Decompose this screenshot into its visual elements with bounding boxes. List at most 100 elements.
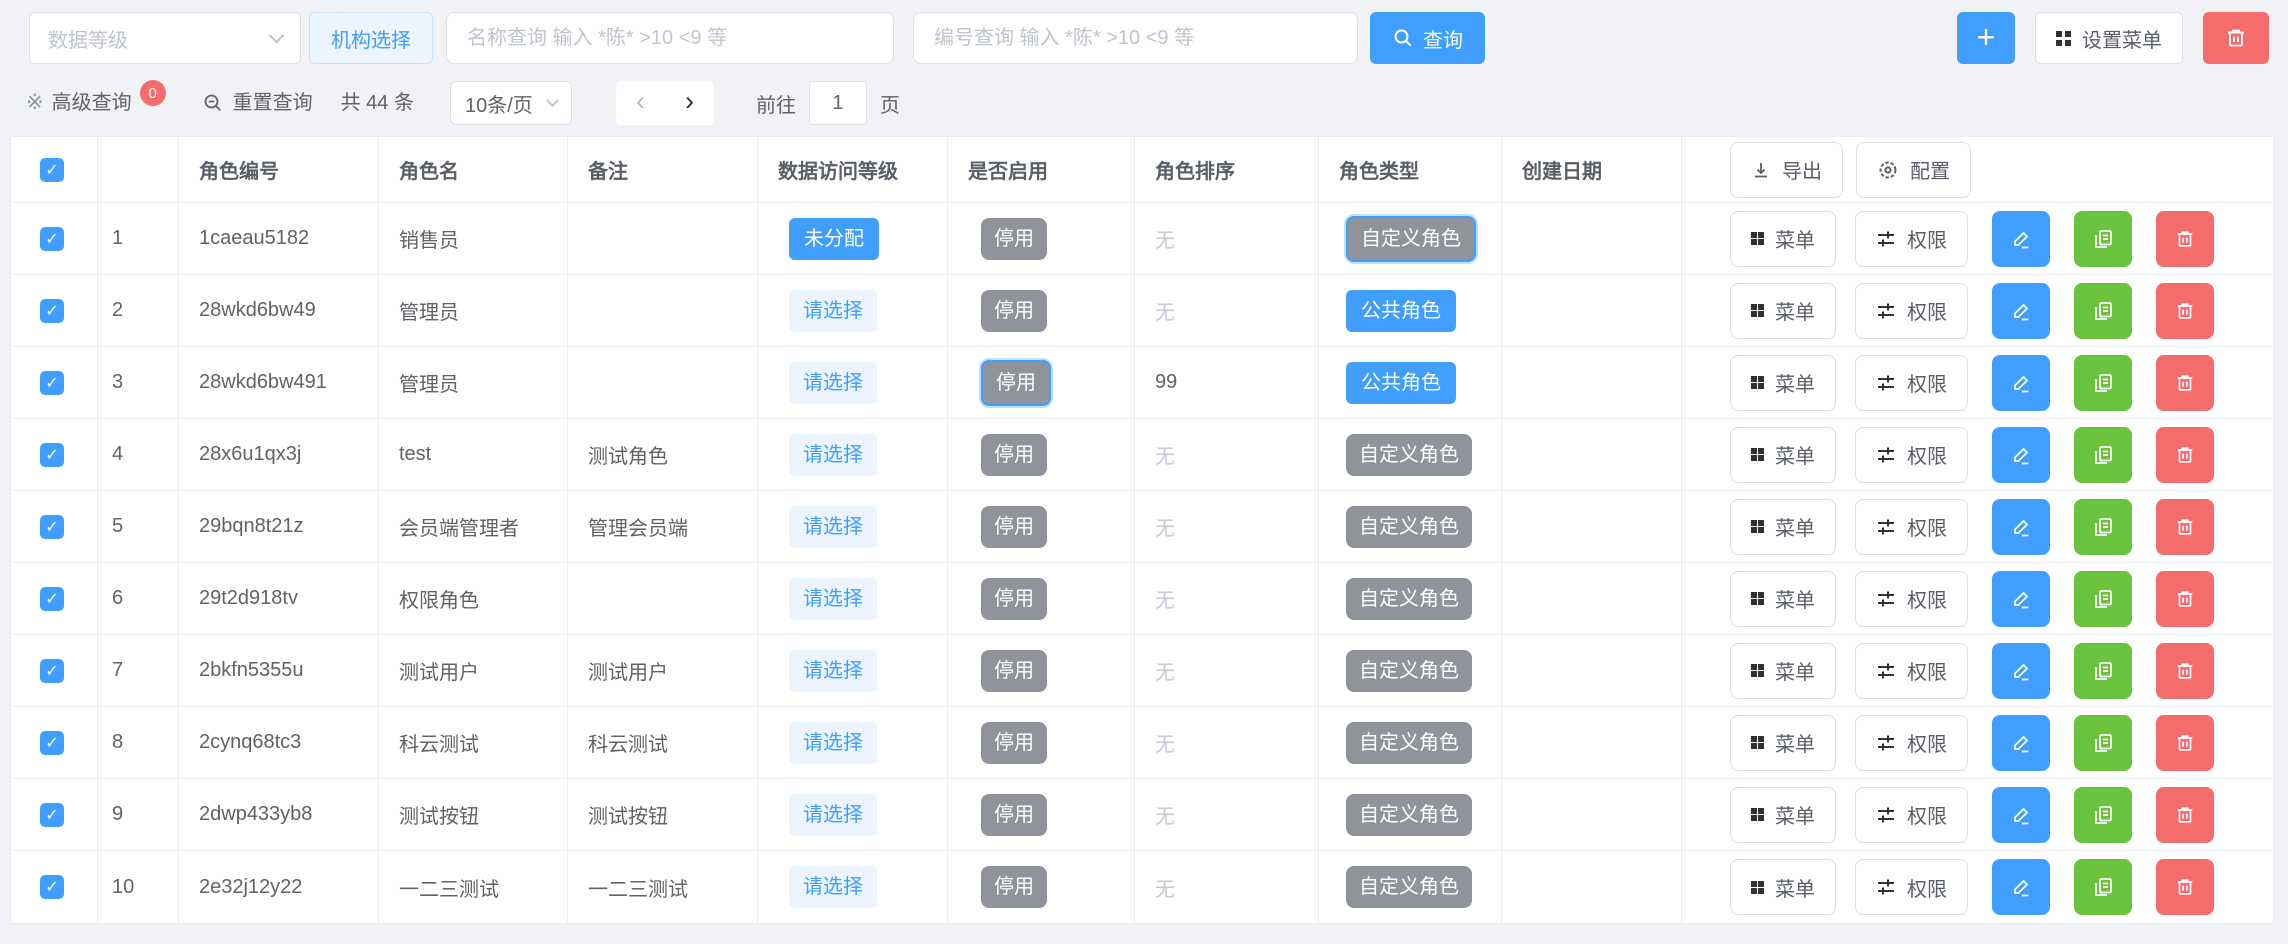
permission-button[interactable]: 权限 [1855,787,1968,843]
copy-button[interactable] [2074,283,2132,339]
delete-button[interactable] [2156,643,2214,699]
edit-button[interactable] [1992,571,2050,627]
enabled-status-button[interactable]: 停用 [981,650,1047,692]
menu-button[interactable]: 菜单 [1730,499,1836,555]
menu-button[interactable]: 菜单 [1730,643,1836,699]
edit-button[interactable] [1992,859,2050,915]
page-size-select[interactable]: 10条/页 [450,81,572,125]
advanced-query-button[interactable]: ※ 高级查询 0 [26,81,166,125]
select-all-checkbox[interactable]: ✓ [40,158,64,182]
permission-button[interactable]: 权限 [1855,715,1968,771]
data-access-level-button[interactable]: 请选择 [789,290,877,332]
delete-button[interactable] [2156,427,2214,483]
edit-button[interactable] [1992,787,2050,843]
copy-button[interactable] [2074,355,2132,411]
data-access-level-button[interactable]: 未分配 [789,218,879,260]
edit-button[interactable] [1992,715,2050,771]
row-checkbox[interactable]: ✓ [40,659,64,683]
config-button[interactable]: 配置 [1856,142,1971,198]
row-checkbox[interactable]: ✓ [40,587,64,611]
enabled-status-button[interactable]: 停用 [981,506,1047,548]
menu-button[interactable]: 菜单 [1730,283,1836,339]
menu-button[interactable]: 菜单 [1730,571,1836,627]
menu-button[interactable]: 菜单 [1730,859,1836,915]
delete-button[interactable] [2156,283,2214,339]
delete-button[interactable] [2156,571,2214,627]
data-access-level-button[interactable]: 请选择 [789,722,877,764]
edit-button[interactable] [1992,211,2050,267]
enabled-status-button[interactable]: 停用 [981,794,1047,836]
delete-button[interactable] [2156,211,2214,267]
row-checkbox[interactable]: ✓ [40,227,64,251]
data-access-level-button[interactable]: 请选择 [789,434,877,476]
menu-button[interactable]: 菜单 [1730,787,1836,843]
data-access-level-button[interactable]: 请选择 [789,578,877,620]
row-checkbox[interactable]: ✓ [40,875,64,899]
enabled-status-button[interactable]: 停用 [981,722,1047,764]
add-button[interactable]: + [1957,12,2015,64]
row-checkbox[interactable]: ✓ [40,731,64,755]
permission-button[interactable]: 权限 [1855,211,1968,267]
edit-button[interactable] [1992,427,2050,483]
batch-delete-button[interactable] [2203,12,2269,64]
search-button[interactable]: 查询 [1370,12,1485,64]
permission-button[interactable]: 权限 [1855,571,1968,627]
permission-button[interactable]: 权限 [1855,643,1968,699]
copy-button[interactable] [2074,643,2132,699]
goto-page-input[interactable] [809,81,867,125]
data-access-level-button[interactable]: 请选择 [789,866,877,908]
edit-button[interactable] [1992,499,2050,555]
data-access-level-button[interactable]: 请选择 [789,362,877,404]
copy-button[interactable] [2074,211,2132,267]
enabled-status-button[interactable]: 停用 [981,578,1047,620]
name-search-input[interactable] [446,12,894,64]
edit-button[interactable] [1992,355,2050,411]
permission-button[interactable]: 权限 [1855,283,1968,339]
delete-button[interactable] [2156,715,2214,771]
row-checkbox[interactable]: ✓ [40,803,64,827]
edit-button[interactable] [1992,283,2050,339]
enabled-status-button[interactable]: 停用 [981,218,1047,260]
copy-button[interactable] [2074,499,2132,555]
delete-button[interactable] [2156,499,2214,555]
delete-button[interactable] [2156,787,2214,843]
copy-button[interactable] [2074,787,2132,843]
zoom-out-icon [202,92,224,114]
trash-icon [2174,372,2196,394]
prev-page-button[interactable]: ‹ [616,81,665,125]
data-access-level-button[interactable]: 请选择 [789,794,877,836]
permission-button[interactable]: 权限 [1855,499,1968,555]
edit-button[interactable] [1992,643,2050,699]
copy-button[interactable] [2074,427,2132,483]
data-level-select[interactable]: 数据等级 [29,12,301,64]
copy-button[interactable] [2074,571,2132,627]
export-button[interactable]: 导出 [1730,142,1843,198]
row-checkbox[interactable]: ✓ [40,443,64,467]
code-search-input[interactable] [913,12,1358,64]
permission-button[interactable]: 权限 [1855,427,1968,483]
setup-menu-button[interactable]: 设置菜单 [2035,12,2183,64]
next-page-button[interactable]: › [665,81,714,125]
row-checkbox[interactable]: ✓ [40,515,64,539]
row-checkbox[interactable]: ✓ [40,371,64,395]
permission-button[interactable]: 权限 [1855,859,1968,915]
enabled-status-button[interactable]: 停用 [981,866,1047,908]
delete-button[interactable] [2156,355,2214,411]
menu-button[interactable]: 菜单 [1730,355,1836,411]
reset-query-button[interactable]: 重置查询 [202,81,313,125]
enabled-status-button[interactable]: 停用 [981,434,1047,476]
menu-button[interactable]: 菜单 [1730,715,1836,771]
data-access-level-button[interactable]: 请选择 [789,506,877,548]
org-select-button[interactable]: 机构选择 [309,12,433,64]
copy-button[interactable] [2074,715,2132,771]
permission-button[interactable]: 权限 [1855,355,1968,411]
copy-button[interactable] [2074,859,2132,915]
enabled-status-button[interactable]: 停用 [981,290,1047,332]
delete-button[interactable] [2156,859,2214,915]
menu-button[interactable]: 菜单 [1730,211,1836,267]
enabled-status-button[interactable]: 停用 [981,360,1051,406]
row-checkbox[interactable]: ✓ [40,299,64,323]
data-access-level-button[interactable]: 请选择 [789,650,877,692]
menu-button[interactable]: 菜单 [1730,427,1836,483]
check-icon: ✓ [45,373,58,393]
